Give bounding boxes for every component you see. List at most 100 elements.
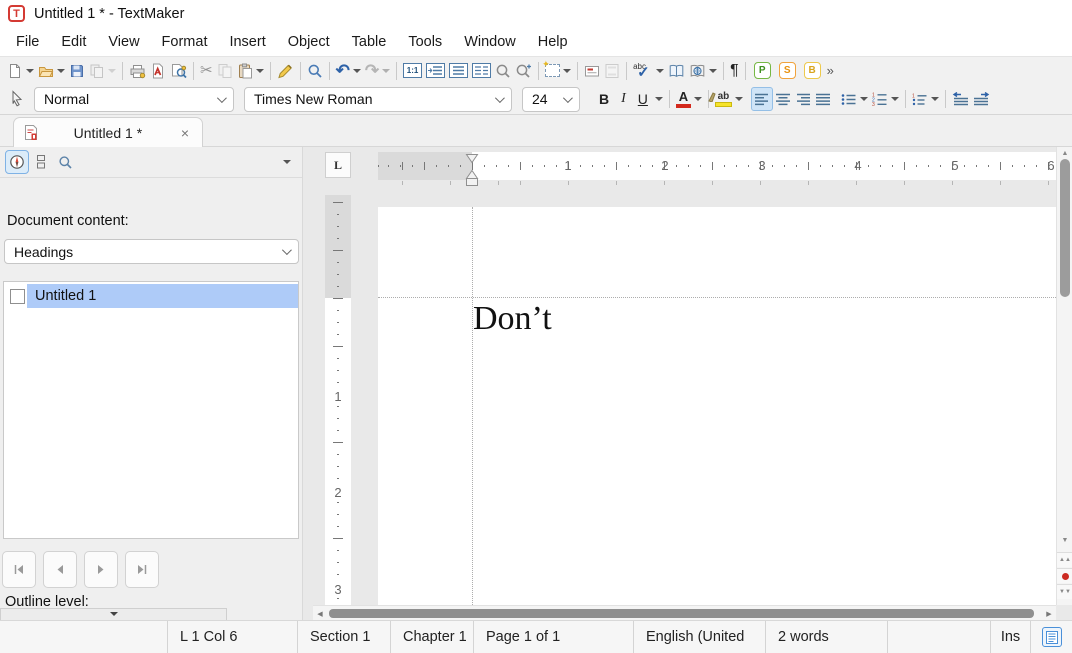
paste-button[interactable] xyxy=(235,59,266,83)
scroll-down-icon[interactable]: ▼ xyxy=(1057,537,1072,544)
sidebar-search-button[interactable] xyxy=(53,150,77,174)
menu-table[interactable]: Table xyxy=(341,30,398,54)
bold-button[interactable]: B xyxy=(593,87,615,111)
proofing-b-button[interactable]: B xyxy=(800,59,825,83)
format-painter-button[interactable] xyxy=(275,59,296,83)
header-footer-button[interactable] xyxy=(602,59,622,83)
vertical-scroll-thumb[interactable] xyxy=(1060,159,1070,297)
search-button[interactable] xyxy=(305,59,325,83)
document-text[interactable]: Don’t xyxy=(473,300,552,338)
menu-format[interactable]: Format xyxy=(151,30,219,54)
insert-frame-button[interactable]: ✦ xyxy=(543,59,573,83)
horizontal-scroll-thumb[interactable] xyxy=(329,609,1034,618)
last-heading-button[interactable] xyxy=(125,551,159,588)
italic-button[interactable]: I xyxy=(615,87,632,111)
status-word-count[interactable]: 2 words xyxy=(765,621,887,653)
font-select[interactable]: Times New Roman xyxy=(244,87,512,112)
horizontal-scrollbar[interactable]: ◀ ▶ xyxy=(313,605,1056,620)
proofing-p-button[interactable]: P xyxy=(750,59,775,83)
spell-check-button[interactable]: abc ✓ xyxy=(631,59,666,83)
open-button[interactable] xyxy=(36,59,67,83)
navigator-toggle-button[interactable] xyxy=(5,150,29,174)
print-button[interactable] xyxy=(127,59,148,83)
menu-window[interactable]: Window xyxy=(453,30,527,54)
scroll-left-icon[interactable]: ◀ xyxy=(313,606,327,620)
vertical-ruler[interactable]: 1 2 3 xyxy=(325,195,351,612)
align-left-button[interactable] xyxy=(751,87,773,111)
bullet-list-button[interactable] xyxy=(839,87,870,111)
menu-file[interactable]: File xyxy=(5,30,50,54)
redo-button[interactable]: ↷ xyxy=(363,59,392,83)
toolbar-overflow-button[interactable]: » xyxy=(825,59,836,83)
align-center-button[interactable] xyxy=(773,87,793,111)
horizontal-ruler[interactable]: 1 2 3 4 5 6 xyxy=(378,152,1072,180)
status-page[interactable]: Page 1 of 1 xyxy=(473,621,633,653)
highlight-button[interactable]: ab xyxy=(713,87,745,111)
document-page[interactable]: Don’t xyxy=(378,207,1056,605)
undo-button[interactable]: ↶ xyxy=(334,59,363,83)
menu-insert[interactable]: Insert xyxy=(218,30,276,54)
align-justify-button[interactable] xyxy=(813,87,833,111)
export-pdf-button[interactable] xyxy=(148,59,168,83)
outline-view-button[interactable] xyxy=(29,150,53,174)
previous-heading-button[interactable] xyxy=(43,551,77,588)
select-cursor-button[interactable] xyxy=(7,87,26,111)
decrease-indent-button[interactable] xyxy=(950,87,971,111)
close-icon[interactable]: × xyxy=(178,125,192,141)
zoom-dialog-button[interactable] xyxy=(513,59,534,83)
tab-type-selector[interactable]: L xyxy=(325,152,351,178)
outline-numbering-button[interactable]: 1 xyxy=(910,87,941,111)
zoom-out-button[interactable] xyxy=(493,59,513,83)
document-tab[interactable]: Untitled 1 * × xyxy=(13,117,203,147)
menu-tools[interactable]: Tools xyxy=(397,30,453,54)
copy-button[interactable] xyxy=(215,59,235,83)
new-document-button[interactable] xyxy=(5,59,36,83)
save-all-button[interactable] xyxy=(87,59,118,83)
browse-object-button[interactable] xyxy=(1057,568,1072,583)
paragraph-style-select[interactable]: Normal xyxy=(34,87,234,112)
cut-button[interactable]: ✂ xyxy=(198,59,215,83)
next-page-button[interactable]: ▼▼ xyxy=(1057,584,1072,599)
font-size-select[interactable]: 24 xyxy=(522,87,580,112)
content-type-select[interactable]: Headings xyxy=(4,239,299,264)
outline-level-select[interactable] xyxy=(0,608,227,620)
list-item[interactable]: Untitled 1 xyxy=(4,284,298,308)
status-insert-mode[interactable]: Ins xyxy=(990,621,1030,653)
view-columns-button[interactable] xyxy=(470,59,493,83)
save-button[interactable] xyxy=(67,59,87,83)
status-section[interactable]: Section 1 xyxy=(297,621,390,653)
chevron-down-icon xyxy=(495,93,505,103)
status-view-mode[interactable] xyxy=(1030,621,1072,653)
menu-help[interactable]: Help xyxy=(527,30,579,54)
formatting-marks-button[interactable]: ¶ xyxy=(728,59,741,83)
scroll-right-icon[interactable]: ▶ xyxy=(1042,606,1056,620)
print-preview-button[interactable] xyxy=(168,59,189,83)
menu-object[interactable]: Object xyxy=(277,30,341,54)
increase-indent-button[interactable] xyxy=(971,87,992,111)
align-right-button[interactable] xyxy=(793,87,813,111)
status-language[interactable]: English (United xyxy=(633,621,765,653)
zoom-actual-size-button[interactable]: 1:1 xyxy=(401,59,424,83)
proofing-s-button[interactable]: S xyxy=(775,59,800,83)
thesaurus-button[interactable] xyxy=(666,59,687,83)
comment-button[interactable] xyxy=(582,59,602,83)
menu-view[interactable]: View xyxy=(97,30,150,54)
app-icon[interactable]: T xyxy=(8,5,25,22)
heading-checkbox[interactable] xyxy=(10,289,25,304)
view-normal-button[interactable] xyxy=(424,59,447,83)
previous-page-button[interactable]: ▲▲ xyxy=(1057,552,1072,567)
vertical-scrollbar[interactable]: ▲ ▼ ▲▲ ▼▼ xyxy=(1056,147,1072,605)
menu-edit[interactable]: Edit xyxy=(50,30,97,54)
research-button[interactable] xyxy=(687,59,719,83)
scroll-up-icon[interactable]: ▲ xyxy=(1057,150,1072,157)
status-chapter[interactable]: Chapter 1 xyxy=(390,621,473,653)
numbered-list-button[interactable]: 123 xyxy=(870,87,901,111)
next-heading-button[interactable] xyxy=(84,551,118,588)
document-area: L 1 2 3 4 5 6 1 2 3 Don’t ▲ ▼ ▲▲ ▼▼ ◀ ▶ xyxy=(303,147,1072,620)
view-page-button[interactable] xyxy=(447,59,470,83)
underline-button[interactable]: U xyxy=(632,87,665,111)
status-cursor-position[interactable]: L 1 Col 6 xyxy=(167,621,297,653)
first-heading-button[interactable] xyxy=(2,551,36,588)
sidebar-menu-button[interactable] xyxy=(283,160,291,164)
font-color-button[interactable]: A xyxy=(674,87,704,111)
